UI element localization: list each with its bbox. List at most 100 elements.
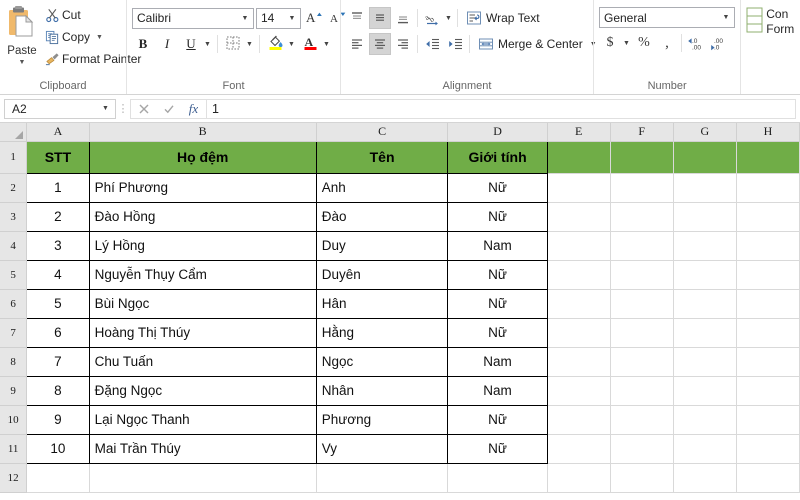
row-header-1[interactable]: 1 bbox=[0, 141, 28, 174]
grid-cell-G6[interactable] bbox=[673, 289, 737, 319]
number-format-caret-icon[interactable]: ▼ bbox=[719, 14, 733, 21]
cancel-entry-button[interactable] bbox=[131, 100, 156, 118]
grid-cell-D5[interactable]: Nữ bbox=[447, 259, 548, 290]
grid-cell-H12[interactable] bbox=[736, 463, 800, 493]
top-align-button[interactable] bbox=[346, 7, 368, 29]
increase-indent-button[interactable] bbox=[444, 33, 466, 55]
grid-cell-B7[interactable]: Hoàng Thị Thúy bbox=[88, 317, 317, 348]
grid-cell-F2[interactable] bbox=[610, 173, 674, 203]
grid-cell-D7[interactable]: Nữ bbox=[447, 317, 548, 348]
grid-cell-C9[interactable]: Nhân bbox=[315, 375, 449, 406]
table-header-cell-C[interactable]: Tên bbox=[315, 140, 449, 174]
font-size-combo[interactable]: 14 ▼ bbox=[256, 7, 301, 29]
table-header-cell-E[interactable] bbox=[547, 141, 611, 174]
grid-cell-G4[interactable] bbox=[673, 231, 737, 261]
grid-cell-G2[interactable] bbox=[673, 173, 737, 203]
grid-cell-F4[interactable] bbox=[610, 231, 674, 261]
formula-input[interactable]: 1 bbox=[206, 98, 796, 119]
table-header-cell-D[interactable]: Giới tính bbox=[447, 140, 548, 174]
row-header-7[interactable]: 7 bbox=[0, 318, 28, 348]
grid-cell-D9[interactable]: Nam bbox=[447, 375, 548, 406]
grid-cell-H10[interactable] bbox=[736, 405, 800, 435]
table-header-cell-H[interactable] bbox=[736, 141, 800, 174]
decrease-decimal-button[interactable]: .0 .00 bbox=[685, 32, 707, 54]
grid-cell-H9[interactable] bbox=[736, 376, 800, 406]
grid-cell-D8[interactable]: Nam bbox=[447, 346, 548, 377]
grid-cell-F3[interactable] bbox=[610, 202, 674, 232]
grid-cell-D10[interactable]: Nữ bbox=[447, 404, 548, 435]
grid-cell-D2[interactable]: Nữ bbox=[447, 172, 548, 203]
grid-cell-C7[interactable]: Hằng bbox=[315, 317, 449, 348]
grid-cell-A6[interactable]: 5 bbox=[26, 288, 90, 319]
grid-cell-G10[interactable] bbox=[673, 405, 737, 435]
grid-cell-E7[interactable] bbox=[547, 318, 611, 348]
grid-cell-D6[interactable]: Nữ bbox=[447, 288, 548, 319]
column-header-A[interactable]: A bbox=[26, 123, 90, 142]
underline-button[interactable]: U bbox=[180, 33, 202, 55]
grid-cell-B6[interactable]: Bùi Ngọc bbox=[88, 288, 317, 319]
percent-style-button[interactable]: % bbox=[633, 32, 655, 54]
grid-cell-H7[interactable] bbox=[736, 318, 800, 348]
orientation-caret-icon[interactable]: ▼ bbox=[443, 7, 454, 29]
grid-cell-E4[interactable] bbox=[547, 231, 611, 261]
grid-cell-A3[interactable]: 2 bbox=[26, 201, 90, 232]
grid-cell-C3[interactable]: Đào bbox=[315, 201, 449, 232]
column-header-C[interactable]: C bbox=[316, 123, 449, 142]
column-header-D[interactable]: D bbox=[447, 123, 548, 142]
table-header-cell-B[interactable]: Họ đệm bbox=[88, 140, 317, 174]
borders-button[interactable] bbox=[222, 33, 244, 55]
font-name-caret-icon[interactable]: ▼ bbox=[238, 15, 252, 22]
grid-cell-E2[interactable] bbox=[547, 173, 611, 203]
grid-cell-A11[interactable]: 10 bbox=[26, 433, 90, 464]
font-name-combo[interactable]: Calibri ▼ bbox=[132, 7, 254, 29]
grid-cell-G11[interactable] bbox=[673, 434, 737, 464]
grid-cell-H5[interactable] bbox=[736, 260, 800, 290]
grid-cell-E8[interactable] bbox=[547, 347, 611, 377]
increase-font-size-button[interactable]: A bbox=[303, 7, 325, 29]
grid-cell-B9[interactable]: Đặng Ngọc bbox=[88, 375, 317, 406]
grid-cell-E11[interactable] bbox=[547, 434, 611, 464]
grid-cell-F5[interactable] bbox=[610, 260, 674, 290]
column-header-F[interactable]: F bbox=[610, 123, 674, 142]
grid-cell-B3[interactable]: Đào Hồng bbox=[88, 201, 317, 232]
grid-cell-A2[interactable]: 1 bbox=[26, 172, 90, 203]
bold-button[interactable]: B bbox=[132, 33, 154, 55]
grid-cell-H8[interactable] bbox=[736, 347, 800, 377]
grid-cell-E12[interactable] bbox=[547, 463, 611, 493]
grid-cell-H4[interactable] bbox=[736, 231, 800, 261]
fill-color-button[interactable] bbox=[264, 33, 286, 55]
select-all-corner[interactable] bbox=[0, 123, 28, 142]
confirm-entry-button[interactable] bbox=[156, 100, 181, 118]
grid-cell-G12[interactable] bbox=[673, 463, 737, 493]
table-header-cell-G[interactable] bbox=[673, 141, 737, 174]
grid-cell-C8[interactable]: Ngọc bbox=[315, 346, 449, 377]
column-header-E[interactable]: E bbox=[547, 123, 611, 142]
row-header-5[interactable]: 5 bbox=[0, 260, 28, 290]
borders-caret-icon[interactable]: ▼ bbox=[244, 33, 255, 55]
name-box[interactable]: A2 ▼ bbox=[4, 98, 116, 119]
merge-center-button[interactable]: Merge & Center bbox=[473, 33, 588, 55]
font-color-button[interactable]: A bbox=[299, 33, 321, 55]
grid-cell-H2[interactable] bbox=[736, 173, 800, 203]
row-header-11[interactable]: 11 bbox=[0, 434, 28, 464]
paste-dropdown-caret-icon[interactable]: ▼ bbox=[19, 59, 26, 66]
font-color-caret-icon[interactable]: ▼ bbox=[321, 33, 332, 55]
grid-cell-B4[interactable]: Lý Hồng bbox=[88, 230, 317, 261]
grid-cell-E6[interactable] bbox=[547, 289, 611, 319]
grid-cell-A4[interactable]: 3 bbox=[26, 230, 90, 261]
row-header-8[interactable]: 8 bbox=[0, 347, 28, 377]
align-left-button[interactable] bbox=[346, 33, 368, 55]
grid-cell-A12[interactable] bbox=[26, 463, 90, 493]
conditional-formatting-button[interactable]: Con Form bbox=[746, 3, 794, 40]
column-header-H[interactable]: H bbox=[736, 123, 800, 142]
insert-function-button[interactable]: fx bbox=[181, 100, 206, 118]
orientation-button[interactable]: a b bbox=[421, 7, 443, 29]
column-header-G[interactable]: G bbox=[673, 123, 737, 142]
wrap-text-button[interactable]: Wrap Text bbox=[461, 7, 545, 29]
grid-cell-E3[interactable] bbox=[547, 202, 611, 232]
number-format-combo[interactable]: General ▼ bbox=[599, 7, 735, 28]
grid-cell-C4[interactable]: Duy bbox=[315, 230, 449, 261]
currency-caret-icon[interactable]: ▼ bbox=[621, 32, 632, 54]
grid-cell-F8[interactable] bbox=[610, 347, 674, 377]
grid-cell-G7[interactable] bbox=[673, 318, 737, 348]
